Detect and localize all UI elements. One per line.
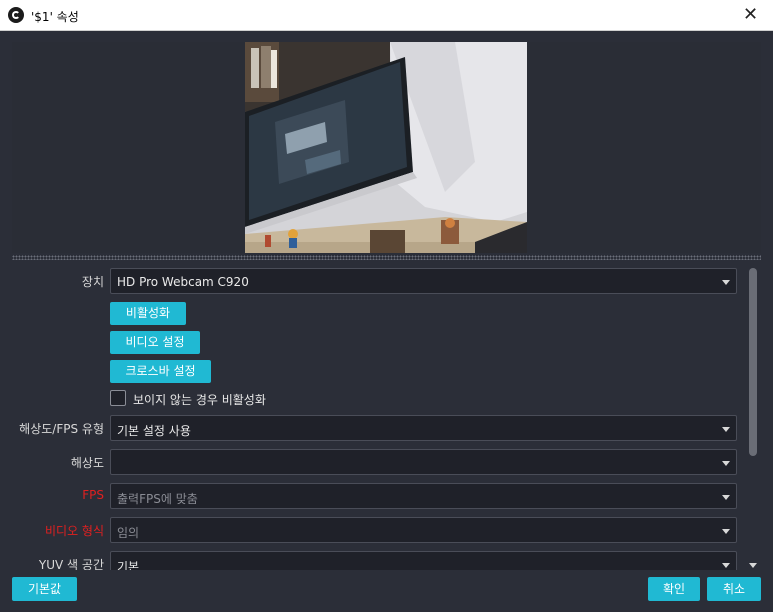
device-select[interactable]: HD Pro Webcam C920 (110, 268, 737, 294)
title-bar: '$1' 속성 ✕ (0, 0, 773, 31)
properties-panel: 장치 HD Pro Webcam C920 비활성화 비디오 설정 크로스바 설… (12, 262, 761, 570)
video-format-label: 비디오 형식 (44, 524, 104, 538)
ok-button[interactable]: 확인 (648, 577, 700, 601)
scroll-down-arrow-icon[interactable] (749, 563, 757, 568)
obs-logo-icon (8, 7, 24, 23)
window-title: '$1' 속성 (31, 10, 79, 24)
video-settings-button[interactable]: 비디오 설정 (110, 331, 200, 354)
deactivate-button[interactable]: 비활성화 (110, 302, 186, 325)
close-icon[interactable]: ✕ (728, 0, 773, 30)
scrollbar-thumb[interactable] (749, 268, 757, 456)
yuv-color-space-value: 기본 (117, 560, 140, 570)
chevron-down-icon (722, 563, 730, 568)
resolution-label: 해상도 (70, 456, 104, 470)
device-select-value: HD Pro Webcam C920 (117, 275, 249, 289)
resolution-select[interactable] (110, 449, 737, 475)
chevron-down-icon (722, 280, 730, 285)
chevron-down-icon (722, 529, 730, 534)
splitter-handle[interactable] (12, 255, 761, 260)
video-format-value: 임의 (117, 526, 140, 540)
yuv-color-space-label: YUV 색 공간 (38, 558, 104, 570)
chevron-down-icon (722, 495, 730, 500)
defaults-button[interactable]: 기본값 (12, 577, 77, 601)
yuv-color-space-select[interactable]: 기본 (110, 551, 737, 570)
res-fps-type-value: 기본 설정 사용 (117, 424, 191, 438)
res-fps-type-select[interactable]: 기본 설정 사용 (110, 415, 737, 441)
device-label: 장치 (81, 275, 104, 289)
res-fps-type-label: 해상도/FPS 유형 (19, 422, 104, 436)
hide-when-invisible-label: 보이지 않는 경우 비활성화 (133, 393, 266, 407)
properties-scrollbar[interactable] (748, 268, 758, 568)
fps-value: 출력FPS에 맞춤 (117, 492, 198, 506)
video-format-select[interactable]: 임의 (110, 517, 737, 543)
fps-label: FPS (82, 488, 104, 502)
cancel-button[interactable]: 취소 (707, 577, 761, 601)
chevron-down-icon (722, 427, 730, 432)
crossbar-settings-button[interactable]: 크로스바 설정 (110, 360, 211, 383)
chevron-down-icon (722, 461, 730, 466)
preview-area (12, 42, 761, 253)
hide-when-invisible-checkbox[interactable] (110, 390, 126, 406)
fps-select[interactable]: 출력FPS에 맞춤 (110, 483, 737, 509)
webcam-preview-image (245, 42, 527, 253)
